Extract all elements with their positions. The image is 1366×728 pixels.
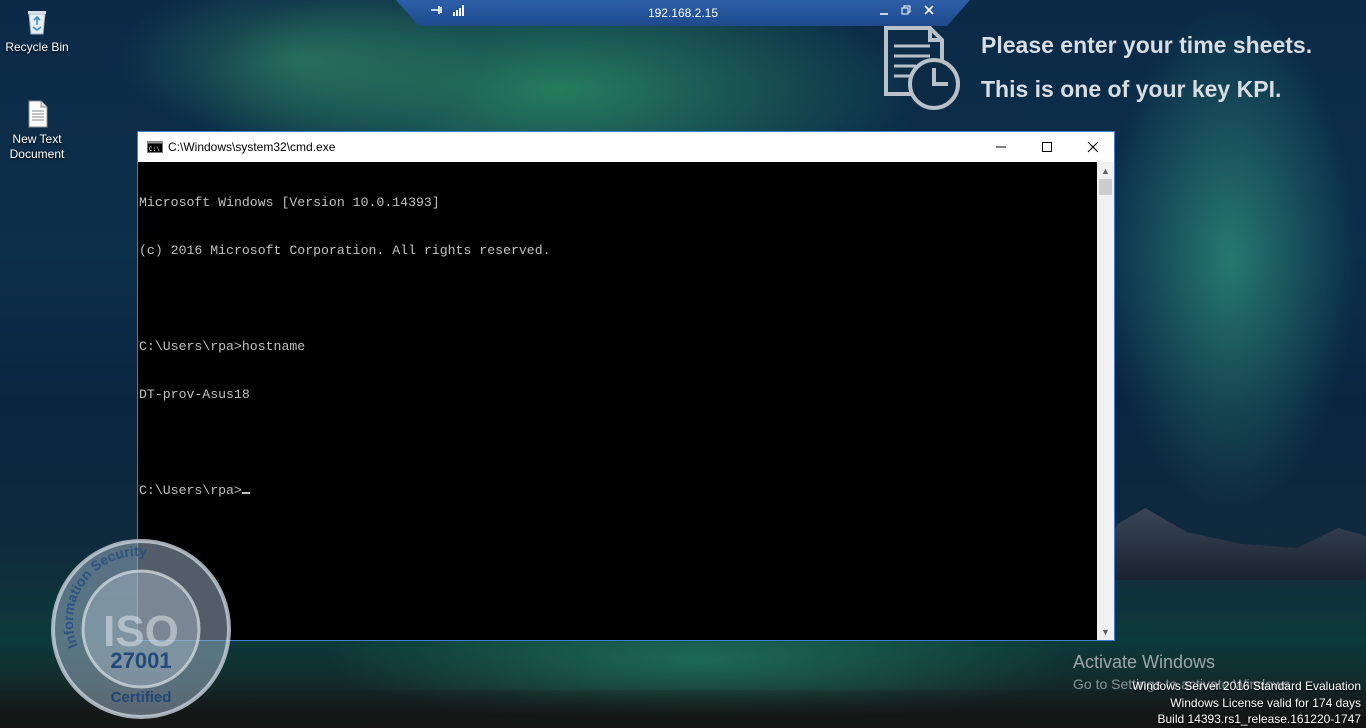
maximize-icon <box>1042 142 1052 152</box>
scroll-up-arrow-icon[interactable]: ▲ <box>1097 162 1114 179</box>
minimize-icon <box>996 146 1006 148</box>
maximize-button[interactable] <box>1024 132 1070 162</box>
cmd-window[interactable]: C:\ C:\Windows\system32\cmd.exe Microsof… <box>137 131 1115 641</box>
scroll-down-arrow-icon[interactable]: ▼ <box>1097 623 1114 640</box>
minimize-icon[interactable] <box>878 3 890 21</box>
timesheet-clock-icon <box>880 24 966 119</box>
kpi-banner-line2: This is one of your key KPI. <box>981 76 1282 102</box>
recycle-bin-icon <box>21 6 53 38</box>
restore-icon[interactable] <box>900 3 912 21</box>
desktop-icon-new-text-document[interactable]: New Text Document <box>0 98 74 162</box>
vertical-scrollbar[interactable]: ▲ ▼ <box>1097 162 1114 640</box>
console-line: (c) 2016 Microsoft Corporation. All righ… <box>139 243 551 258</box>
seal-bottom-text: Certified <box>111 689 172 706</box>
close-icon[interactable] <box>923 3 935 21</box>
desktop-icon-label: Recycle Bin <box>5 40 69 54</box>
build-number-text: Build 14393.rs1_release.161220-1747 <box>1157 712 1362 726</box>
iso-27001-seal: Information Security ISO 27001 Certified <box>48 536 234 727</box>
console-prompt-line[interactable]: C:\Users\rpa> <box>139 483 1097 499</box>
console-prompt: C:\Users\rpa> <box>139 483 242 498</box>
console-line: C:\Users\rpa>hostname <box>139 339 306 354</box>
cmd-titlebar[interactable]: C:\ C:\Windows\system32\cmd.exe <box>138 132 1114 162</box>
cmd-app-icon: C:\ <box>147 141 163 156</box>
license-validity-text: Windows License valid for 174 days <box>1170 696 1361 710</box>
console-output[interactable]: Microsoft Windows [Version 10.0.14393] (… <box>139 163 1097 640</box>
close-icon <box>1087 141 1099 153</box>
scrollbar-thumb[interactable] <box>1099 179 1112 195</box>
text-document-icon <box>21 98 53 130</box>
minimize-button[interactable] <box>978 132 1024 162</box>
desktop-icon-recycle-bin[interactable]: Recycle Bin <box>0 6 74 55</box>
windows-edition-text: Windows Server 2016 Standard Evaluation <box>1132 679 1361 693</box>
console-line: Microsoft Windows [Version 10.0.14393] <box>139 195 440 210</box>
desktop-icon-label: New Text Document <box>9 132 65 161</box>
rdp-connection-bar: 192.168.2.15 <box>396 0 970 26</box>
console-line: DT-prov-Asus18 <box>139 387 250 402</box>
svg-text:C:\: C:\ <box>149 146 160 153</box>
activate-windows-title: Activate Windows <box>1073 652 1216 672</box>
cmd-window-title: C:\Windows\system32\cmd.exe <box>168 140 336 154</box>
seal-standard-number: 27001 <box>110 648 171 673</box>
close-button[interactable] <box>1070 132 1116 162</box>
kpi-banner-line1: Please enter your time sheets. <box>981 32 1313 58</box>
background-mountains <box>1090 508 1366 580</box>
text-cursor <box>241 492 250 494</box>
